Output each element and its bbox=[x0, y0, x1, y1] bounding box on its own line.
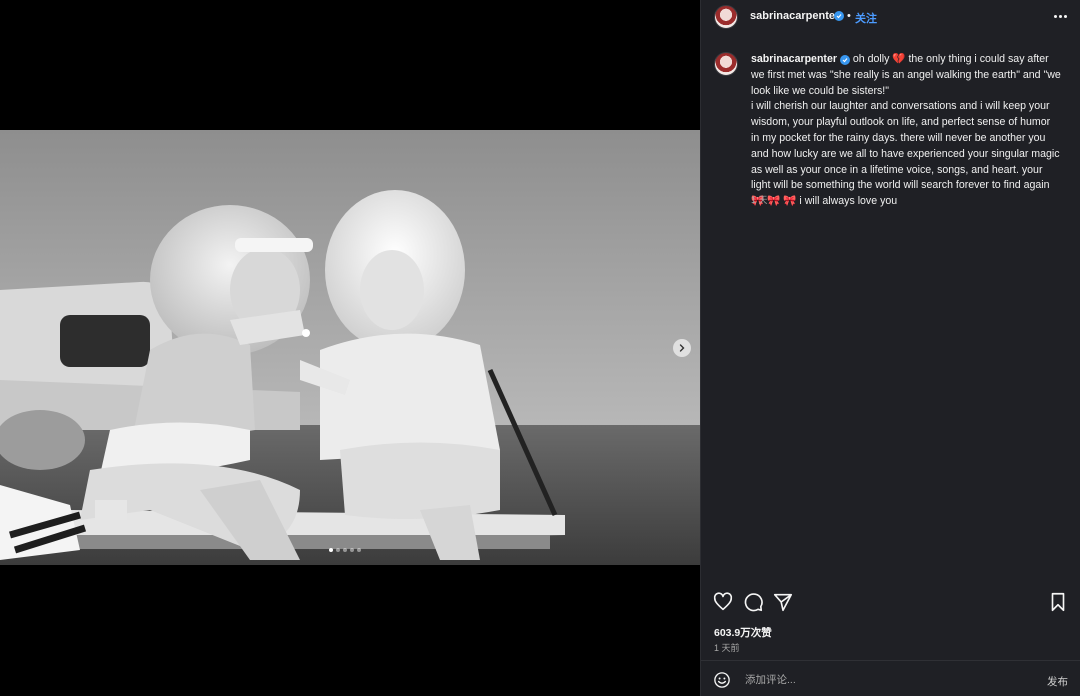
caption-avatar[interactable] bbox=[714, 52, 738, 76]
avatar[interactable] bbox=[714, 5, 738, 29]
post-photo[interactable] bbox=[0, 130, 700, 565]
post-timestamp[interactable]: 1 天前 bbox=[714, 641, 740, 654]
carousel-dot bbox=[336, 548, 340, 552]
share-icon bbox=[773, 593, 793, 612]
carousel-dot bbox=[343, 548, 347, 552]
post-header: sabrinacarpenter • 关注 bbox=[701, 0, 1080, 34]
carousel-dot bbox=[350, 548, 354, 552]
heart-icon bbox=[713, 592, 733, 611]
verified-badge-icon bbox=[834, 11, 844, 21]
caption-end: i will always love you bbox=[796, 195, 898, 208]
emoji-icon bbox=[714, 672, 730, 688]
caption-text: sabrinacarpenter oh dolly 💔 the only thi… bbox=[751, 52, 1061, 210]
more-icon bbox=[1053, 14, 1057, 18]
carousel-indicator bbox=[329, 548, 361, 552]
verified-badge-icon bbox=[839, 55, 850, 65]
caption-line1: oh dolly bbox=[849, 53, 893, 65]
post-comment-button[interactable]: 发布 bbox=[1047, 674, 1068, 689]
chevron-right-icon bbox=[679, 344, 685, 352]
comment-input[interactable] bbox=[743, 669, 1027, 691]
post-photo-image bbox=[0, 130, 700, 565]
emoji-button[interactable] bbox=[713, 671, 731, 689]
post-side-panel: sabrinacarpenter • 关注 sabrinacarpenter o… bbox=[700, 0, 1080, 696]
bookmark-icon bbox=[1051, 592, 1065, 612]
comment-bar: 发布 bbox=[701, 661, 1080, 696]
carousel-next-button[interactable] bbox=[673, 339, 691, 357]
more-options-button[interactable] bbox=[1050, 9, 1070, 23]
media-pane bbox=[0, 0, 700, 696]
post-actions bbox=[701, 591, 1080, 615]
carousel-dot bbox=[357, 548, 361, 552]
comment-icon bbox=[744, 593, 763, 612]
carousel-dot bbox=[329, 548, 333, 552]
caption-age[interactable]: 1 天 bbox=[751, 193, 768, 206]
header-separator: • bbox=[847, 10, 851, 22]
follow-button[interactable]: 关注 bbox=[855, 10, 877, 26]
comment-button[interactable] bbox=[742, 591, 764, 613]
caption-body: the only thing i could say after we firs… bbox=[751, 53, 1061, 192]
save-button[interactable] bbox=[1047, 591, 1069, 613]
share-button[interactable] bbox=[772, 591, 794, 613]
caption-username[interactable]: sabrinacarpenter bbox=[751, 53, 837, 65]
like-count[interactable]: 603.9万次赞 bbox=[714, 625, 772, 640]
broken-heart-emoji: 💔 bbox=[892, 53, 906, 65]
like-button[interactable] bbox=[712, 591, 734, 613]
header-username[interactable]: sabrinacarpenter bbox=[750, 10, 839, 22]
